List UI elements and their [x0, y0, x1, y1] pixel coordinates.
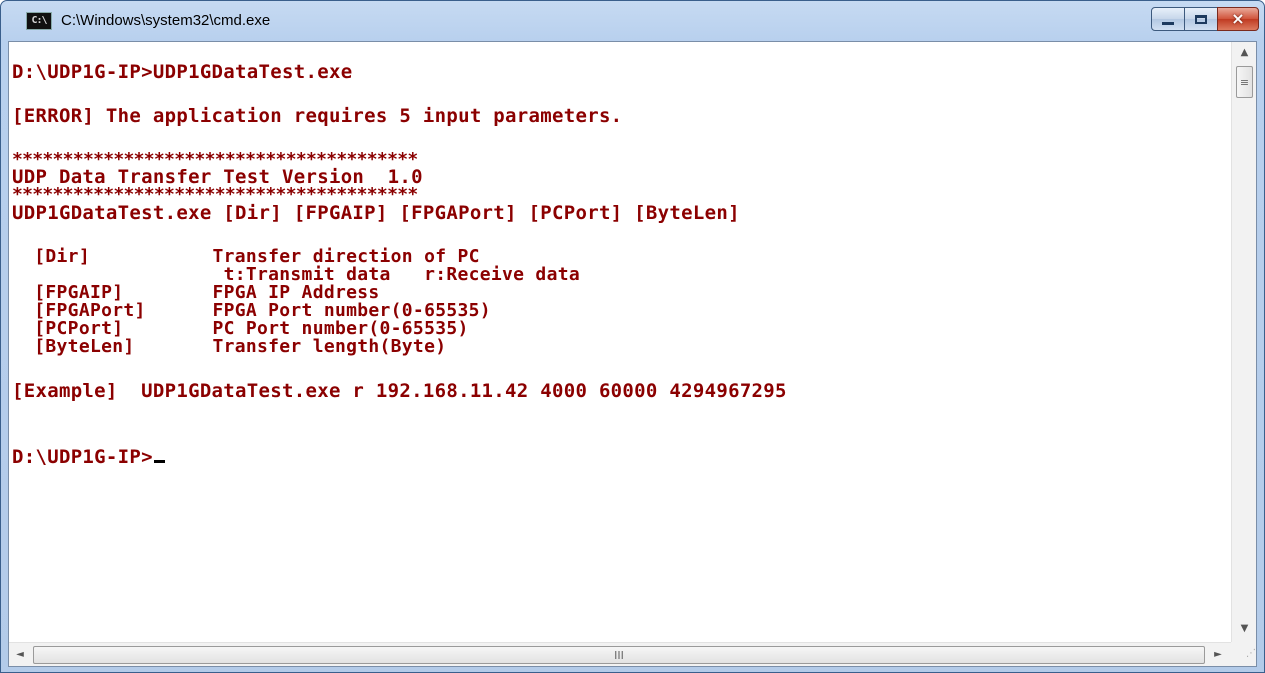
vertical-scroll-thumb[interactable]: ≡	[1236, 66, 1253, 98]
close-button[interactable]: ×	[1217, 7, 1259, 31]
horizontal-scroll-thumb[interactable]: III	[33, 646, 1205, 664]
console-line-prompt: D:\UDP1G-IP>	[12, 447, 165, 468]
cmd-window: C:\ C:\Windows\system32\cmd.exe × D:\UDP…	[0, 0, 1265, 673]
text-cursor	[153, 460, 165, 463]
vertical-scrollbar[interactable]: ▲ ≡ ▼	[1231, 42, 1256, 642]
console-client-area: D:\UDP1G-IP>UDP1GDataTest.exe [ERROR] Th…	[8, 41, 1257, 667]
maximize-icon	[1195, 14, 1207, 24]
console-line-example: [Example] UDP1GDataTest.exe r 192.168.11…	[12, 380, 787, 402]
thumb-grip-icon: ≡	[1239, 75, 1250, 89]
scroll-up-arrow-icon[interactable]: ▲	[1232, 42, 1257, 64]
prompt-text: D:\UDP1G-IP>	[12, 446, 153, 468]
window-title: C:\Windows\system32\cmd.exe	[61, 12, 271, 29]
console-line-usage: UDP1GDataTest.exe [Dir] [FPGAIP] [FPGAPo…	[12, 202, 740, 224]
minimize-icon	[1162, 21, 1174, 25]
console-line-param-bytelen: [ByteLen] Transfer length(Byte)	[12, 336, 447, 357]
console-line-command: D:\UDP1G-IP>UDP1GDataTest.exe	[12, 61, 353, 83]
close-icon: ×	[1231, 9, 1245, 28]
console-output[interactable]: D:\UDP1G-IP>UDP1GDataTest.exe [ERROR] Th…	[9, 42, 1231, 642]
thumb-grip-icon: III	[614, 648, 624, 662]
resize-grip-icon[interactable]: ⋰	[1231, 642, 1256, 666]
horizontal-scrollbar[interactable]: ◄ III ►	[9, 642, 1231, 666]
scroll-right-arrow-icon[interactable]: ►	[1207, 643, 1229, 667]
cmd-app-icon: C:\	[26, 12, 52, 30]
scroll-down-arrow-icon[interactable]: ▼	[1232, 618, 1257, 640]
console-line-error: [ERROR] The application requires 5 input…	[12, 105, 623, 127]
title-bar[interactable]: C:\ C:\Windows\system32\cmd.exe ×	[1, 1, 1264, 41]
maximize-button[interactable]	[1184, 7, 1218, 31]
minimize-button[interactable]	[1151, 7, 1185, 31]
scroll-left-arrow-icon[interactable]: ◄	[9, 643, 31, 667]
